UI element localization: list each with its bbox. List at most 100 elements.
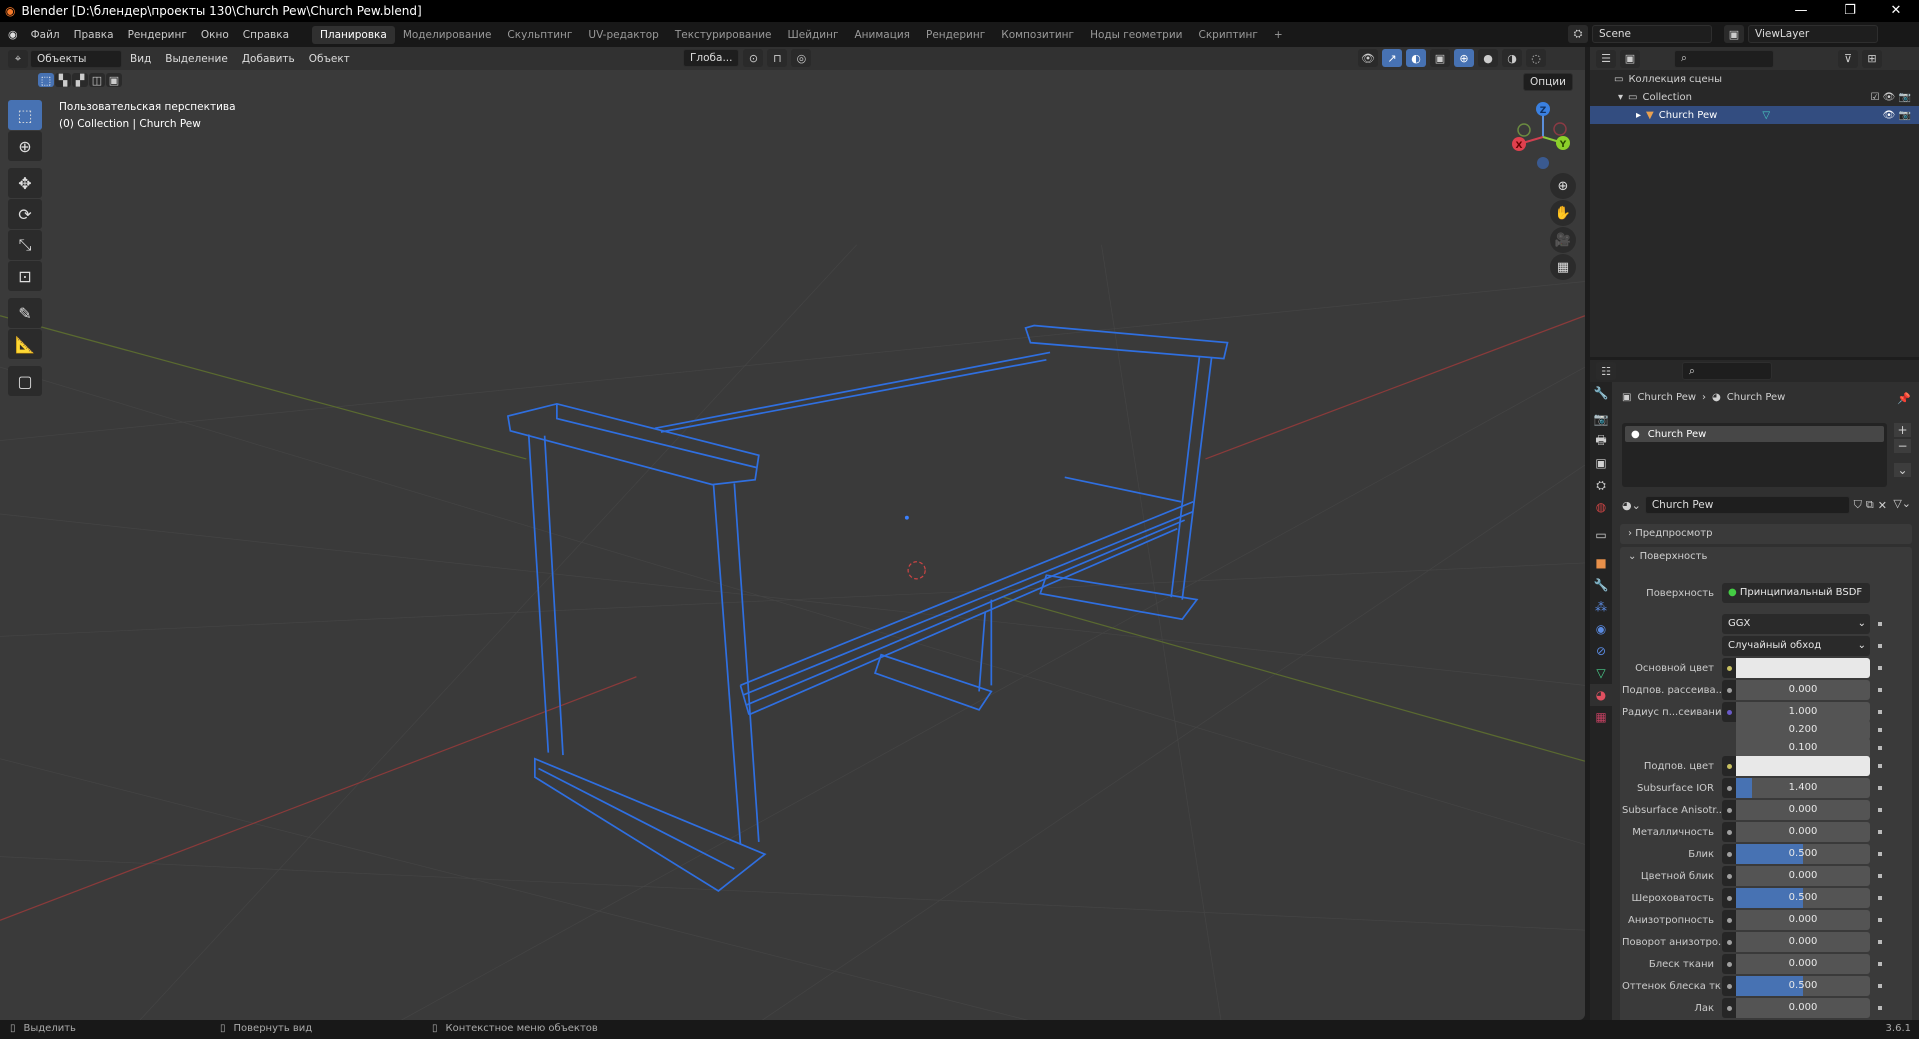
tab-rendering[interactable]: Рендеринг: [918, 26, 993, 44]
value-slider[interactable]: 0.000: [1736, 954, 1870, 974]
snap-icon[interactable]: ⊓: [767, 49, 788, 67]
measure-tool-icon[interactable]: 📐: [8, 329, 42, 359]
proportional-edit-icon[interactable]: ◎: [791, 49, 812, 67]
socket-icon[interactable]: [1722, 844, 1736, 864]
keyframe-dot-icon[interactable]: [1878, 918, 1882, 922]
options-dropdown[interactable]: Опции: [1523, 73, 1573, 91]
tab-modeling[interactable]: Моделирование: [395, 26, 500, 44]
editor-type-icon[interactable]: ⌖: [8, 49, 28, 68]
keyframe-dot-icon[interactable]: [1878, 764, 1882, 768]
select-invert-icon[interactable]: ◫: [89, 73, 105, 87]
keyframe-dot-icon[interactable]: [1878, 786, 1882, 790]
tab-uv-editing[interactable]: UV-редактор: [580, 26, 666, 44]
outliner-object-church-pew[interactable]: ▸ ▼ Church Pew ▽ 👁 📷: [1590, 106, 1919, 124]
3d-cursor-icon[interactable]: [907, 561, 926, 580]
surface-shader-selector[interactable]: ● Принципиальный BSDF: [1722, 583, 1870, 603]
tab-texture-paint[interactable]: Текстурирование: [667, 26, 780, 44]
blender-menu-icon[interactable]: ◉: [8, 28, 18, 41]
value-slider[interactable]: 0.500: [1736, 976, 1870, 996]
expand-arrow-icon[interactable]: ▸: [1636, 110, 1641, 121]
value-slider[interactable]: 0.000: [1736, 910, 1870, 930]
rotate-tool-icon[interactable]: ⟳: [8, 199, 42, 229]
tab-geometry-nodes[interactable]: Ноды геометрии: [1082, 26, 1190, 44]
tab-animation[interactable]: Анимация: [846, 26, 918, 44]
distribution-dropdown[interactable]: GGX ⌄: [1722, 614, 1870, 634]
transform-tool-icon[interactable]: ⊡: [8, 261, 42, 291]
menu-add[interactable]: Добавить: [236, 50, 301, 68]
menu-select[interactable]: Выделение: [159, 50, 234, 68]
tab-sculpting[interactable]: Скульптинг: [499, 26, 580, 44]
socket-icon[interactable]: [1722, 702, 1736, 722]
keyframe-dot-icon[interactable]: [1878, 830, 1882, 834]
socket-icon[interactable]: [1722, 954, 1736, 974]
overlays-toggle-icon[interactable]: ◐: [1406, 49, 1426, 67]
scale-tool-icon[interactable]: ⤡: [8, 230, 42, 260]
zoom-view-icon[interactable]: ⊕: [1550, 173, 1576, 199]
display-mode-icon[interactable]: ▣: [1620, 49, 1640, 68]
color-swatch[interactable]: [1736, 756, 1870, 776]
xray-toggle-icon[interactable]: ▣: [1430, 49, 1450, 67]
material-shading-icon[interactable]: ◑: [1502, 49, 1522, 67]
rendered-shading-icon[interactable]: ◌: [1526, 49, 1546, 67]
scene-selector[interactable]: Scene: [1592, 25, 1712, 43]
color-swatch[interactable]: [1736, 658, 1870, 678]
value-slider[interactable]: 0.000: [1736, 866, 1870, 886]
menu-help[interactable]: Справка: [236, 29, 296, 41]
socket-icon[interactable]: [1722, 800, 1736, 820]
value-slider[interactable]: 0.000: [1736, 998, 1870, 1018]
socket-icon[interactable]: [1722, 888, 1736, 908]
menu-object[interactable]: Объект: [303, 50, 356, 68]
select-intersect-icon[interactable]: ▣: [106, 73, 122, 87]
menu-render[interactable]: Рендеринг: [121, 29, 194, 41]
minimize-button[interactable]: —: [1781, 0, 1821, 22]
outliner-collection[interactable]: ▾ ▭ Collection ☑ 👁 📷: [1590, 88, 1919, 106]
value-slider[interactable]: 0.100: [1736, 738, 1870, 758]
3d-viewport[interactable]: ⌖ Объекты Вид Выделение Добавить Объект …: [0, 47, 1585, 1020]
camera-view-icon[interactable]: 🎥: [1550, 227, 1576, 253]
select-extend-icon[interactable]: ▚: [55, 73, 71, 87]
socket-icon[interactable]: [1722, 756, 1736, 776]
tab-layout[interactable]: Планировка: [312, 25, 395, 44]
keyframe-dot-icon[interactable]: [1878, 1006, 1882, 1010]
mode-selector[interactable]: Объекты: [30, 49, 122, 68]
keyframe-dot-icon[interactable]: [1878, 896, 1882, 900]
add-workspace-button[interactable]: +: [1266, 26, 1291, 44]
keyframe-dot-icon[interactable]: [1878, 940, 1882, 944]
value-slider[interactable]: 0.000: [1736, 680, 1870, 700]
keyframe-dot-icon[interactable]: [1878, 962, 1882, 966]
transform-orientation-selector[interactable]: Глоба...: [683, 49, 740, 67]
scene-icon[interactable]: ⛭: [1568, 25, 1588, 43]
socket-icon[interactable]: [1722, 910, 1736, 930]
select-box-tool-icon[interactable]: ⬚: [8, 100, 42, 130]
keyframe-dot-icon[interactable]: [1878, 666, 1882, 670]
move-tool-icon[interactable]: ✥: [8, 168, 42, 198]
socket-icon[interactable]: [1722, 822, 1736, 842]
exclude-checkbox-visibility-render-icons[interactable]: ☑ 👁 📷: [1871, 92, 1911, 103]
solid-shading-icon[interactable]: ●: [1478, 49, 1498, 67]
keyframe-dot-icon[interactable]: [1878, 746, 1882, 750]
gizmo-toggle-icon[interactable]: ↗: [1382, 49, 1402, 67]
tab-shading[interactable]: Шейдинг: [780, 26, 847, 44]
keyframe-dot-icon[interactable]: [1878, 852, 1882, 856]
keyframe-dot-icon[interactable]: [1878, 728, 1882, 732]
keyframe-dot-icon[interactable]: [1878, 984, 1882, 988]
value-slider[interactable]: 1.400: [1736, 778, 1870, 798]
pivot-point-icon[interactable]: ⊙: [743, 49, 764, 67]
outliner-editor-type-icon[interactable]: ☰: [1596, 49, 1616, 68]
socket-icon[interactable]: [1722, 778, 1736, 798]
close-button[interactable]: ✕: [1876, 0, 1916, 22]
keyframe-dot-icon[interactable]: [1878, 874, 1882, 878]
view-layer-icon[interactable]: ▣: [1724, 25, 1744, 43]
socket-icon[interactable]: [1722, 866, 1736, 886]
keyframe-dot-icon[interactable]: [1878, 688, 1882, 692]
maximize-button[interactable]: ❐: [1830, 0, 1870, 22]
subsurface-method-dropdown[interactable]: Случайный обход ⌄: [1722, 636, 1870, 656]
menu-edit[interactable]: Правка: [67, 29, 121, 41]
annotate-tool-icon[interactable]: ✎: [8, 298, 42, 328]
value-slider[interactable]: 0.000: [1736, 932, 1870, 952]
socket-icon[interactable]: [1722, 680, 1736, 700]
socket-icon[interactable]: [1722, 932, 1736, 952]
tab-compositing[interactable]: Композитинг: [993, 26, 1082, 44]
socket-icon[interactable]: [1722, 998, 1736, 1018]
value-slider[interactable]: 0.500: [1736, 844, 1870, 864]
